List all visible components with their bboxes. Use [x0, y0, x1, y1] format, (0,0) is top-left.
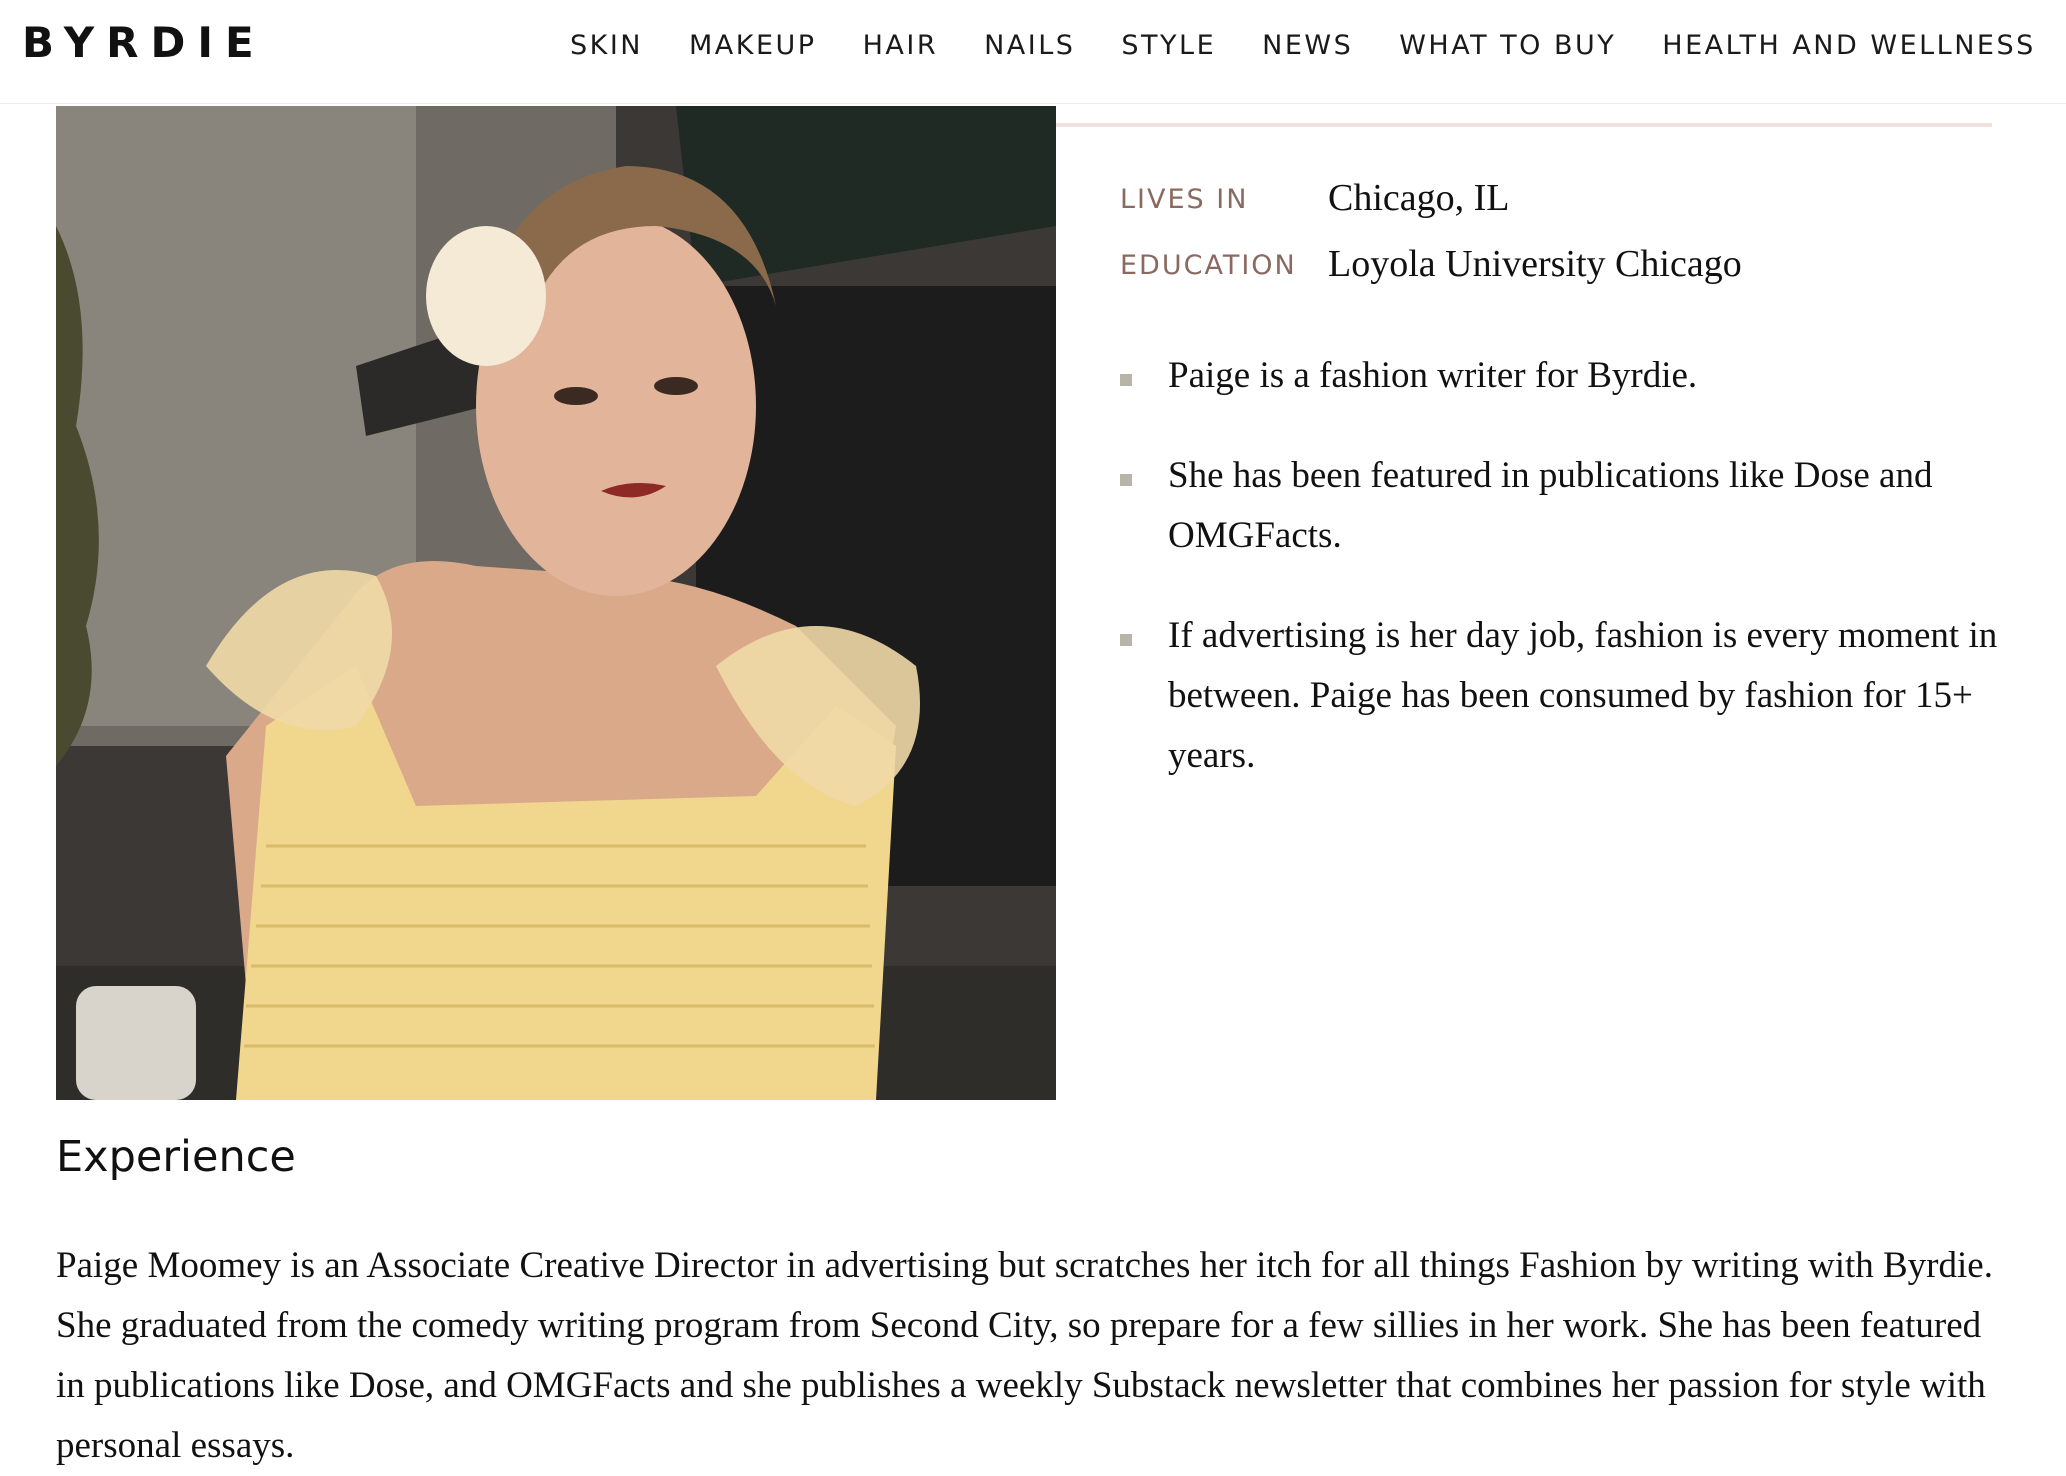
square-bullet-icon	[1120, 634, 1132, 646]
byrdie-logo[interactable]: BYRDIE	[22, 18, 266, 67]
square-bullet-icon	[1120, 374, 1132, 386]
site-header: BYRDIE SKIN MAKEUP HAIR NAILS STYLE NEWS…	[0, 0, 2066, 104]
nav-item-news[interactable]: NEWS	[1262, 26, 1353, 66]
nav-item-makeup[interactable]: MAKEUP	[689, 26, 817, 66]
nav-item-skin[interactable]: SKIN	[570, 26, 643, 66]
experience-heading: Experience	[56, 1132, 296, 1182]
list-item: She has been featured in publications li…	[1120, 446, 2060, 566]
nav-item-health-and-wellness[interactable]: HEALTH AND WELLNESS	[1662, 26, 2035, 66]
square-bullet-icon	[1120, 474, 1132, 486]
lives-in-value: Chicago, IL	[1328, 177, 1510, 219]
info-divider	[1056, 123, 1992, 127]
lives-in-label: LIVES IN	[1120, 184, 1249, 215]
author-portrait-image	[56, 106, 1056, 1100]
main-nav: SKIN MAKEUP HAIR NAILS STYLE NEWS WHAT T…	[570, 26, 2066, 66]
experience-body: Paige Moomey is an Associate Creative Di…	[56, 1245, 1993, 1466]
nav-item-nails[interactable]: NAILS	[984, 26, 1075, 66]
list-item: If advertising is her day job, fashion i…	[1120, 606, 2060, 786]
education-label: EDUCATION	[1120, 250, 1297, 281]
nav-item-hair[interactable]: HAIR	[863, 26, 939, 66]
author-highlights-list: Paige is a fashion writer for Byrdie. Sh…	[1120, 346, 2060, 826]
list-item-text: If advertising is her day job, fashion i…	[1168, 615, 1998, 776]
nav-item-what-to-buy[interactable]: WHAT TO BUY	[1399, 26, 1616, 66]
list-item: Paige is a fashion writer for Byrdie.	[1120, 346, 2060, 406]
list-item-text: She has been featured in publications li…	[1168, 455, 1933, 556]
nav-item-style[interactable]: STYLE	[1121, 26, 1216, 66]
education-value: Loyola University Chicago	[1328, 243, 1742, 285]
list-item-text: Paige is a fashion writer for Byrdie.	[1168, 355, 1698, 396]
author-photo	[56, 106, 1056, 1100]
